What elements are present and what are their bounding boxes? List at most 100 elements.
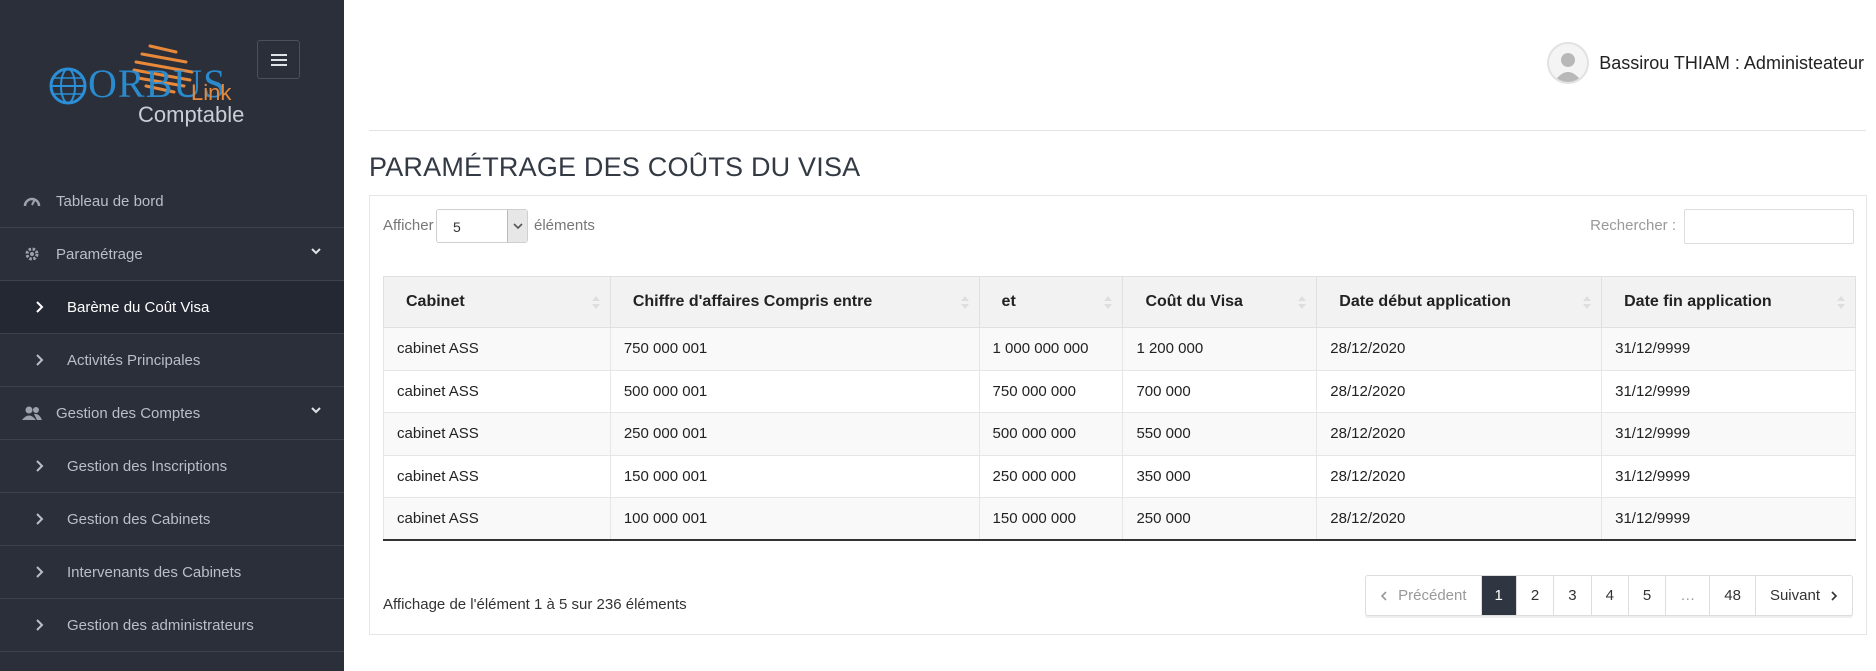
sidebar-item-gestion-des-comptes[interactable]: Gestion des Comptes [0, 387, 344, 440]
dashboard-gauge-icon [22, 194, 42, 208]
table-row[interactable]: cabinet ASS 100 000 001 150 000 000 250 … [383, 497, 1856, 541]
dropdown-arrow-icon [507, 210, 527, 242]
globe-icon [49, 67, 87, 105]
sidebar-item-parametrage[interactable]: Paramétrage [0, 228, 344, 281]
cell-date-debut: 28/12/2020 [1316, 369, 1603, 413]
sidebar-item-gestion-des-administrateurs[interactable]: Gestion des administrateurs [0, 599, 344, 652]
cell-cabinet: cabinet ASS [383, 369, 611, 413]
pagination-page-1[interactable]: 1 [1480, 576, 1516, 615]
table-panel: Afficher 5 éléments Rechercher : Cabinet… [369, 195, 1867, 635]
visa-cost-table: Cabinet Chiffre d'affaires Compris entre… [383, 276, 1856, 541]
cell-cabinet: cabinet ASS [383, 454, 611, 498]
column-header-et[interactable]: et [978, 276, 1124, 328]
chevron-left-icon [1381, 590, 1387, 601]
chevron-right-icon [36, 301, 44, 313]
cell-date-fin: 31/12/9999 [1601, 412, 1856, 455]
sidebar-item-label: Tableau de bord [56, 192, 164, 210]
cell-ca-max: 750 000 000 [978, 369, 1124, 413]
cell-date-fin: 31/12/9999 [1601, 369, 1856, 413]
pagination-info: Affichage de l'élément 1 à 5 sur 236 élé… [383, 596, 687, 613]
cell-date-debut: 28/12/2020 [1316, 327, 1603, 370]
menu-toggle-button[interactable] [257, 40, 300, 79]
page-title: PARAMÉTRAGE DES COÛTS DU VISA [369, 152, 861, 182]
pagination-page-2[interactable]: 2 [1515, 576, 1553, 615]
pagination-ellipsis: … [1665, 576, 1709, 615]
sort-icon [960, 296, 969, 310]
sidebar: ORBUS Link Comptable Tableau de bord Par… [0, 0, 344, 671]
user-menu[interactable]: Bassirou THIAM : Administeateur [1547, 42, 1864, 84]
pagination: Précédent 1 2 3 4 5 … 48 Suivant [1365, 575, 1853, 616]
sidebar-item-label: Barème du Coût Visa [67, 298, 210, 316]
sidebar-item-label: Activités Principales [67, 351, 201, 369]
pagination-next-button[interactable]: Suivant [1754, 576, 1852, 615]
cell-ca-max: 1 000 000 000 [978, 327, 1124, 370]
sidebar-item-activites-principales[interactable]: Activités Principales [0, 334, 344, 387]
cell-date-fin: 31/12/9999 [1601, 327, 1856, 370]
cell-ca-max: 150 000 000 [978, 497, 1124, 541]
column-header-cout-visa[interactable]: Coût du Visa [1122, 276, 1318, 328]
cell-cout-visa: 350 000 [1122, 454, 1318, 498]
pagination-page-4[interactable]: 4 [1590, 576, 1628, 615]
search-label: Rechercher : [1590, 217, 1676, 234]
column-header-chiffre-affaires[interactable]: Chiffre d'affaires Compris entre [609, 276, 980, 328]
cell-ca-min: 750 000 001 [609, 327, 980, 370]
logo-sub-text: Comptable [138, 102, 245, 127]
column-header-cabinet[interactable]: Cabinet [383, 276, 611, 328]
sidebar-item-gestion-des-cabinets[interactable]: Gestion des Cabinets [0, 493, 344, 546]
user-name: Bassirou THIAM : Administeateur [1599, 52, 1864, 73]
cell-ca-min: 100 000 001 [609, 497, 980, 541]
sort-icon [591, 296, 600, 310]
table-row[interactable]: cabinet ASS 150 000 001 250 000 000 350 … [383, 454, 1856, 498]
table-row[interactable]: cabinet ASS 500 000 001 750 000 000 700 … [383, 369, 1856, 413]
pagination-page-5[interactable]: 5 [1627, 576, 1665, 615]
cell-cabinet: cabinet ASS [383, 497, 611, 541]
sidebar-item-label: Gestion des Comptes [56, 404, 201, 422]
cell-date-debut: 28/12/2020 [1316, 497, 1603, 541]
avatar [1547, 42, 1590, 84]
pagination-previous-button[interactable]: Précédent [1366, 576, 1480, 615]
cell-date-fin: 31/12/9999 [1601, 497, 1856, 541]
sidebar-item-bareme-cout-visa[interactable]: Barème du Coût Visa [0, 281, 344, 334]
cell-cabinet: cabinet ASS [383, 412, 611, 455]
cell-cout-visa: 700 000 [1122, 369, 1318, 413]
sidebar-item-tableau-de-bord[interactable]: Tableau de bord [0, 175, 344, 228]
chevron-right-icon [36, 513, 44, 525]
sort-icon [1837, 296, 1845, 310]
sidebar-item-label: Intervenants des Cabinets [67, 563, 242, 581]
users-icon [22, 405, 42, 421]
cell-ca-min: 500 000 001 [609, 369, 980, 413]
chevron-right-icon [1831, 590, 1838, 601]
cell-date-fin: 31/12/9999 [1601, 454, 1856, 498]
column-header-date-debut[interactable]: Date début application [1316, 276, 1603, 328]
search-input[interactable] [1684, 209, 1854, 244]
length-label: Afficher [383, 217, 434, 234]
sort-icon [1298, 296, 1307, 310]
table-header-row: Cabinet Chiffre d'affaires Compris entre… [383, 276, 1856, 328]
pagination-page-48[interactable]: 48 [1709, 576, 1755, 615]
cell-cout-visa: 250 000 [1122, 497, 1318, 541]
orbus-link-logo[interactable]: ORBUS Link Comptable [46, 42, 246, 132]
chevron-down-icon [311, 407, 321, 414]
cell-date-debut: 28/12/2020 [1316, 412, 1603, 455]
table-row[interactable]: cabinet ASS 750 000 001 1 000 000 000 1 … [383, 327, 1856, 370]
sidebar-item-intervenants-des-cabinets[interactable]: Intervenants des Cabinets [0, 546, 344, 599]
sidebar-item-label: Gestion des Inscriptions [67, 457, 228, 475]
column-header-date-fin[interactable]: Date fin application [1601, 276, 1856, 328]
length-suffix: éléments [534, 217, 595, 234]
chevron-right-icon [36, 460, 44, 472]
sort-icon [1104, 296, 1113, 310]
cell-ca-max: 500 000 000 [978, 412, 1124, 455]
chevron-right-icon [36, 619, 44, 631]
chevron-right-icon [36, 354, 44, 366]
cell-cout-visa: 550 000 [1122, 412, 1318, 455]
chevron-down-icon [311, 248, 321, 255]
page-length-select[interactable]: 5 [436, 209, 528, 243]
pagination-page-3[interactable]: 3 [1553, 576, 1590, 615]
sidebar-item-label: Gestion des Cabinets [67, 510, 211, 528]
sidebar-item-gestion-des-inscriptions[interactable]: Gestion des Inscriptions [0, 440, 344, 493]
sort-icon [1583, 296, 1592, 310]
sidebar-item-label: Paramétrage [56, 245, 143, 263]
cell-cabinet: cabinet ASS [383, 327, 611, 370]
table-row[interactable]: cabinet ASS 250 000 001 500 000 000 550 … [383, 412, 1856, 455]
hamburger-icon [270, 53, 287, 66]
